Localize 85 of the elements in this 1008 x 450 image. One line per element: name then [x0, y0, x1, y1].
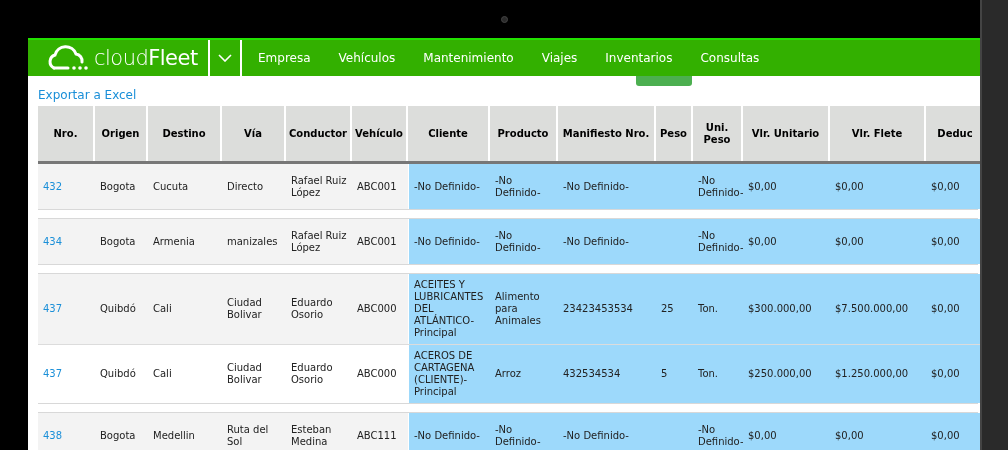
trip-link[interactable]: 437 — [38, 274, 95, 344]
nav-item[interactable]: Viajes — [527, 49, 592, 67]
column-header: Vlr. Unitario — [743, 106, 830, 161]
table-cell: -No Definido- — [408, 219, 490, 264]
table-cell: $0,00 — [926, 164, 980, 209]
table-cell: Cucuta — [148, 164, 222, 209]
table-cell: $0,00 — [926, 345, 980, 403]
table-cell: Armenia — [148, 219, 222, 264]
table-cell: ABC001 — [352, 164, 408, 209]
column-header: Manifiesto Nro. — [558, 106, 656, 161]
table-cell: $0,00 — [926, 413, 980, 450]
table-cell: -No Definido- — [558, 413, 656, 450]
nav-item[interactable]: Inventarios — [591, 49, 687, 67]
table-cell: 432534534 — [558, 345, 656, 403]
table-cell: Quibdó — [95, 274, 148, 344]
table-cell: 5 — [656, 345, 693, 403]
table-cell: -No Definido- — [693, 219, 743, 264]
table-cell: Cali — [148, 274, 222, 344]
table-cell: Rafael Ruiz López — [286, 219, 352, 264]
table-cell: $0,00 — [743, 413, 830, 450]
table-cell: Medellin — [148, 413, 222, 450]
column-header: Vlr. Flete — [830, 106, 926, 161]
table-cell: $0,00 — [926, 219, 980, 264]
column-header: Vehículo — [352, 106, 408, 161]
caret-icon — [218, 54, 232, 62]
trip-link[interactable]: 432 — [38, 164, 95, 209]
table-cell: -No Definido- — [408, 413, 490, 450]
table-cell: $250.000,00 — [743, 345, 830, 403]
table-cell: Rafael Ruiz López — [286, 164, 352, 209]
table-cell: Ton. — [693, 274, 743, 344]
table-cell: $7.500.000,00 — [830, 274, 926, 344]
table-cell: $0,00 — [830, 413, 926, 450]
nav-item[interactable]: Empresa — [244, 49, 325, 67]
table-cell: $0,00 — [743, 164, 830, 209]
table-cell: $300.000,00 — [743, 274, 830, 344]
table-cell: Directo — [222, 164, 286, 209]
column-header: Destino — [148, 106, 222, 161]
table-cell: Alimento para Animales — [490, 274, 558, 344]
table-cell: Ruta del Sol — [222, 413, 286, 450]
column-header: Producto — [490, 106, 558, 161]
column-header: Deduc — [926, 106, 980, 161]
camera-icon — [500, 15, 508, 23]
table-cell: -No Definido- — [490, 219, 558, 264]
export-link[interactable]: Exportar a Excel — [38, 88, 980, 103]
trip-link[interactable]: 434 — [38, 219, 95, 264]
logo-text[interactable]: cloudFleet — [94, 47, 198, 69]
table-cell: -No Definido- — [693, 164, 743, 209]
table-cell: Ton. — [693, 345, 743, 403]
table-cell: ABC000 — [352, 274, 408, 344]
table-cell: ABC001 — [352, 219, 408, 264]
nav-item[interactable]: Mantenimiento — [409, 49, 528, 67]
table-cell: Bogota — [95, 164, 148, 209]
column-header: Peso — [656, 106, 693, 161]
table-cell: 25 — [656, 274, 693, 344]
table-cell: $0,00 — [926, 274, 980, 344]
table-cell: ACEROS DE CARTAGENA (CLIENTE)-Principal — [408, 345, 490, 403]
nav-item[interactable]: Vehículos — [324, 49, 410, 67]
table-cell: -No Definido- — [558, 164, 656, 209]
column-header: Conductor — [286, 106, 352, 161]
table-cell: -No Definido- — [408, 164, 490, 209]
table-cell: $0,00 — [830, 219, 926, 264]
column-header: Uni. Peso — [693, 106, 743, 161]
table-cell: $1.250.000,00 — [830, 345, 926, 403]
table-cell: Bogota — [95, 219, 148, 264]
table-cell: -No Definido- — [490, 413, 558, 450]
table-cell: $0,00 — [743, 219, 830, 264]
table-cell: Arroz — [490, 345, 558, 403]
table-cell: Eduardo Osorio — [286, 274, 352, 344]
table-cell: ACEITES Y LUBRICANTES DEL ATLÁNTICO-Principal — [408, 274, 490, 344]
column-header: Nro. — [38, 106, 95, 161]
table-cell: -No Definido- — [693, 413, 743, 450]
table-cell: -No Definido- — [490, 164, 558, 209]
table-cell: Bogota — [95, 413, 148, 450]
table-cell: $0,00 — [830, 164, 926, 209]
nav-item[interactable]: Consultas — [686, 49, 774, 67]
table-cell: Ciudad Bolivar — [222, 274, 286, 344]
column-header: Origen — [95, 106, 148, 161]
table-cell: 23423453534 — [558, 274, 656, 344]
trip-link[interactable]: 438 — [38, 413, 95, 450]
column-header: Vía — [222, 106, 286, 161]
column-header: Cliente — [408, 106, 490, 161]
table-cell: Esteban Medina — [286, 413, 352, 450]
table-cell: manizales — [222, 219, 286, 264]
table-cell: ABC111 — [352, 413, 408, 450]
table-cell: -No Definido- — [558, 219, 656, 264]
